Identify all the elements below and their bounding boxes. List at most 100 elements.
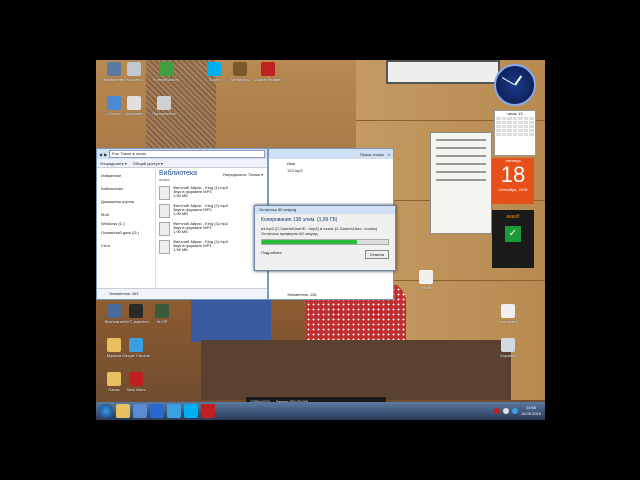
desktop-icon-label: Google Chrome <box>121 353 151 358</box>
calendar-day[interactable] <box>496 117 501 120</box>
calendar-day[interactable] <box>529 129 534 132</box>
taskbar-recorder-icon[interactable] <box>201 404 215 418</box>
start-button[interactable] <box>99 404 113 418</box>
copy-dialog[interactable]: Осталось 60 секунд Копирование 138 элем.… <box>254 205 396 271</box>
taskbar-media-icon[interactable] <box>133 404 147 418</box>
calendar-day[interactable] <box>518 125 523 128</box>
calendar-day[interactable] <box>529 125 534 128</box>
calendar-day[interactable] <box>501 121 507 124</box>
calendar-day[interactable] <box>501 117 507 120</box>
file-size: 1,95 МБ <box>173 211 188 216</box>
sidebar-item-favorites[interactable]: Избранное <box>97 171 155 180</box>
cancel-button[interactable]: Отмена <box>364 250 389 259</box>
desktop-icon[interactable]: file.txt <box>408 270 444 290</box>
calendar-day[interactable] <box>496 129 501 132</box>
list-item[interactable]: Финтлаб Айрис - King (1).mp3 Звук в форма… <box>159 186 263 200</box>
desktop-icon[interactable]: Total Video <box>118 372 154 392</box>
sidebar-item-network[interactable]: Сеть <box>97 241 155 250</box>
copy-dialog-title[interactable]: Осталось 60 секунд <box>255 206 395 214</box>
arrange-select[interactable]: Папка ▾ <box>249 172 263 177</box>
calendar-day[interactable] <box>529 121 534 124</box>
calendar-day[interactable] <box>501 125 507 128</box>
sidebar-item-computer[interactable]: Мой <box>97 210 155 219</box>
list-item[interactable]: Финтлаб Айрис - King (4).mp3 Звук в форма… <box>159 240 263 254</box>
calendar-day[interactable] <box>512 125 518 128</box>
calendar-day[interactable] <box>523 133 529 136</box>
calendar-day[interactable] <box>507 117 512 120</box>
calendar-day[interactable] <box>501 133 507 136</box>
calendar-day[interactable] <box>501 129 507 132</box>
sidebar-item-drive-d[interactable]: Локальный диск (D:) <box>97 228 155 237</box>
calendar-day[interactable] <box>518 121 523 124</box>
calendar-day[interactable] <box>496 125 501 128</box>
desktop-screen: Компьютер Корзина FormatFactory Skype Антиви… <box>96 60 545 420</box>
calendar-day[interactable] <box>518 117 523 120</box>
calendar-day[interactable] <box>523 125 529 128</box>
tray-icon[interactable] <box>493 408 500 414</box>
calendar-day[interactable] <box>507 133 512 136</box>
calendar-day[interactable] <box>518 129 523 132</box>
date-gadget[interactable]: пятница 18 Сентябрь, 2015 <box>492 158 534 204</box>
desktop-icon[interactable]: Google Chrome <box>118 338 154 358</box>
desktop-icon[interactable]: document <box>490 304 526 324</box>
calendar-day[interactable] <box>512 117 518 120</box>
app-icon <box>157 96 171 110</box>
calendar-day[interactable] <box>523 121 529 124</box>
calendar-day[interactable] <box>496 133 501 136</box>
back-icon[interactable]: ◀ <box>99 152 102 157</box>
music-titlebar[interactable]: Поиск: music ⌕ <box>269 149 393 159</box>
list-item[interactable]: 123.mp3 <box>269 168 393 173</box>
sidebar-item-libraries[interactable]: Библиотеки <box>97 184 155 193</box>
desktop-icon[interactable]: Корзина <box>116 62 152 82</box>
desktop-icon[interactable]: Корзина <box>490 338 526 358</box>
calendar-day[interactable] <box>507 129 512 132</box>
menu-share[interactable]: Общий доступ ▾ <box>133 161 163 166</box>
calendar-day[interactable] <box>529 133 534 136</box>
taskbar-skype-icon[interactable] <box>184 404 198 418</box>
calendar-day[interactable] <box>512 129 518 132</box>
calendar-day[interactable] <box>523 117 529 120</box>
audio-file-icon <box>159 240 170 254</box>
taskbar-player-icon[interactable] <box>150 404 164 418</box>
desktop-icon[interactable]: Приложение <box>146 96 182 116</box>
desktop-icon[interactable]: FormatFactory <box>148 62 184 82</box>
file-details: Финтлаб Айрис - King (3).mp3 Звук в форма… <box>173 222 228 236</box>
sidebar-item-homegroup[interactable]: Домашняя группа <box>97 197 155 206</box>
arrange-label: Упорядочить: <box>222 172 248 177</box>
list-item[interactable]: Финтлаб Айрис - King (2).mp3 Звук в форма… <box>159 204 263 218</box>
taskbar-chrome-icon[interactable] <box>167 404 181 418</box>
clock-gadget[interactable] <box>494 64 536 106</box>
explorer-titlebar[interactable]: ◀ ▶ Eon Tracer ▸ music <box>97 149 267 159</box>
explorer-window[interactable]: ◀ ▶ Eon Tracer ▸ music Упорядочить ▾ Общ… <box>96 148 268 300</box>
desktop-icon[interactable]: W-GP <box>144 304 180 324</box>
avast-gadget[interactable]: avast! ✓ <box>492 210 534 268</box>
taskbar-explorer-icon[interactable] <box>116 404 130 418</box>
calendar-day[interactable] <box>523 129 529 132</box>
tray-icon[interactable] <box>511 408 518 414</box>
desktop-icon[interactable]: Adobe Reader <box>250 62 286 82</box>
wallpaper-table <box>201 340 511 400</box>
calendar-day[interactable] <box>512 121 518 124</box>
copy-progress-bar <box>261 239 389 245</box>
address-bar[interactable]: Eon Tracer ▸ music <box>109 150 265 158</box>
checkmark-icon: ✓ <box>505 226 521 242</box>
calendar-day[interactable] <box>512 133 518 136</box>
app-icon <box>419 270 433 284</box>
search-box[interactable]: Поиск: music <box>360 152 384 157</box>
sidebar-item-drive-c[interactable]: Windows (C:) <box>97 219 155 228</box>
tray-clock[interactable]: 14:56 18.09.2015 <box>521 405 541 417</box>
column-header-name[interactable]: Имя <box>269 161 393 166</box>
tray-icon[interactable] <box>502 408 509 414</box>
calendar-gadget[interactable]: июль 13 <box>494 110 536 156</box>
calendar-day[interactable] <box>529 117 534 120</box>
calendar-day[interactable] <box>496 121 501 124</box>
app-icon <box>129 372 143 386</box>
search-icon[interactable]: ⌕ <box>388 152 390 157</box>
calendar-day[interactable] <box>518 133 523 136</box>
list-item[interactable]: Финтлаб Айрис - King (3).mp3 Звук в форма… <box>159 222 263 236</box>
details-toggle[interactable]: Подробнее <box>261 250 282 259</box>
calendar-day[interactable] <box>507 121 512 124</box>
menu-organize[interactable]: Упорядочить ▾ <box>100 161 127 166</box>
forward-icon[interactable]: ▶ <box>104 152 107 157</box>
calendar-day[interactable] <box>507 125 512 128</box>
